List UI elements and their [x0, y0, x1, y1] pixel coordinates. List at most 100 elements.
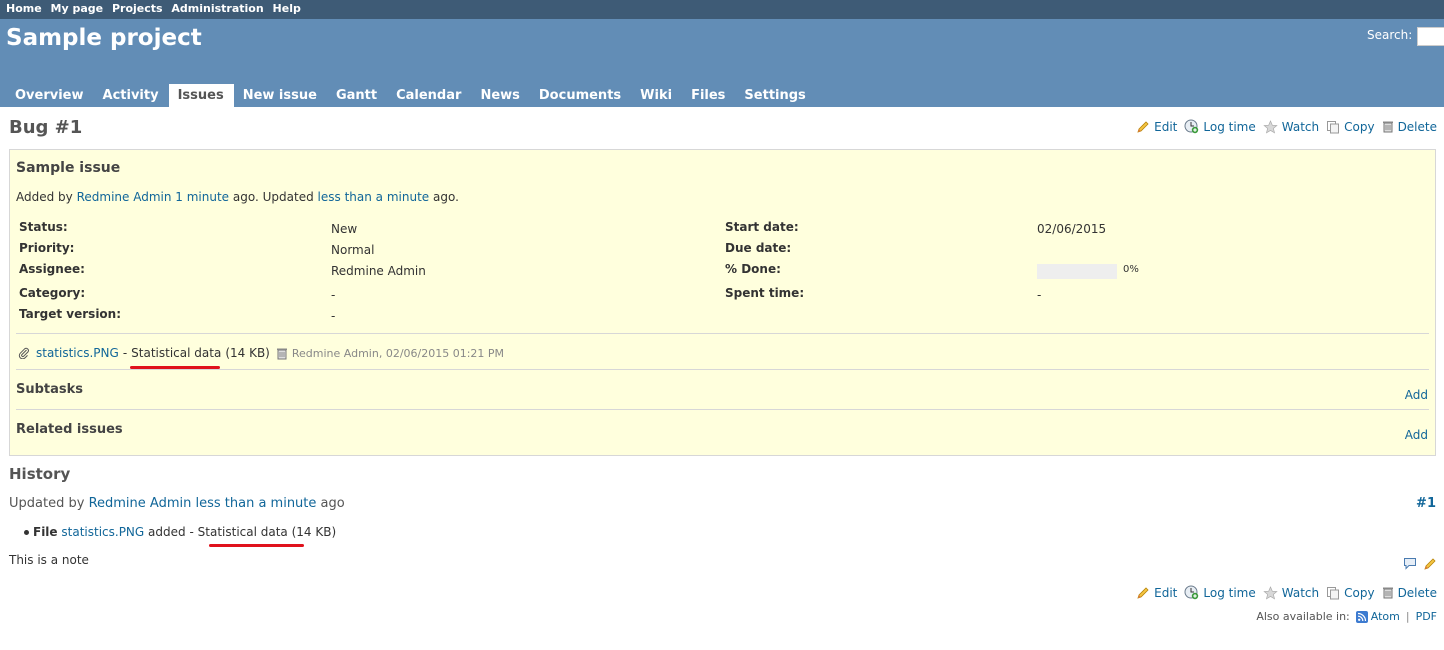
highlight-underline: [209, 544, 304, 547]
copy-icon: [1327, 120, 1340, 133]
tab-issues[interactable]: Issues: [168, 84, 234, 107]
add-subtask-link[interactable]: Add: [1405, 388, 1428, 402]
issue-details: Sample issue Added by Redmine Admin 1 mi…: [9, 149, 1436, 456]
journal-author-link[interactable]: Redmine Admin: [89, 496, 192, 511]
target-version-label: Target version:: [19, 307, 122, 321]
log-time-link[interactable]: Log time: [1203, 586, 1255, 600]
assignee-link[interactable]: Redmine Admin: [331, 264, 426, 278]
tab-documents[interactable]: Documents: [530, 84, 631, 107]
watch-action[interactable]: Watch: [1263, 120, 1319, 134]
content: Bug #1 Edit Log time Watch Copy Delete S…: [0, 107, 1444, 650]
tab-overview[interactable]: Overview: [6, 84, 94, 107]
spent-time-label: Spent time:: [725, 286, 805, 300]
pdf-link[interactable]: PDF: [1416, 610, 1437, 623]
journal-ago: ago: [320, 496, 345, 511]
copy-icon: [1327, 586, 1340, 599]
attachment-dash: -: [122, 346, 128, 360]
tab-activity[interactable]: Activity: [94, 84, 169, 107]
category-label: Category:: [19, 286, 86, 300]
priority-value: Normal: [331, 243, 375, 257]
issue-subject: Sample issue: [16, 160, 121, 176]
priority-label: Priority:: [19, 241, 75, 255]
divider: [16, 409, 1429, 410]
log-time-action[interactable]: Log time: [1184, 119, 1256, 134]
tab-files[interactable]: Files: [682, 84, 735, 107]
add-related-link[interactable]: Add: [1405, 428, 1428, 442]
pencil-icon: [1137, 120, 1149, 133]
tab-wiki[interactable]: Wiki: [631, 84, 682, 107]
atom-link[interactable]: Atom: [1371, 610, 1400, 623]
tab-new-issue[interactable]: New issue: [234, 84, 327, 107]
done-label: % Done:: [725, 262, 781, 276]
status-label: Status:: [19, 220, 68, 234]
main-menu: Overview Activity Issues New issue Gantt…: [6, 84, 816, 107]
copy-link[interactable]: Copy: [1344, 586, 1374, 600]
journal-note: This is a note: [9, 553, 89, 567]
clock-add-icon: [1184, 119, 1199, 134]
pencil-icon: [1137, 586, 1149, 599]
top-menu-administration[interactable]: Administration: [171, 2, 263, 15]
pencil-icon[interactable]: [1423, 557, 1437, 571]
issue-actions-bottom: Edit Log time Watch Copy Delete: [1129, 585, 1437, 600]
quote-icon[interactable]: [1403, 557, 1417, 570]
subtasks-title: Subtasks: [16, 382, 84, 397]
log-time-action[interactable]: Log time: [1184, 585, 1256, 600]
updated-time-link[interactable]: less than a minute: [318, 190, 430, 204]
copy-action[interactable]: Copy: [1326, 120, 1375, 134]
watch-link[interactable]: Watch: [1282, 586, 1319, 600]
top-menu-help[interactable]: Help: [273, 2, 301, 15]
done-progress-bar: [1037, 264, 1117, 279]
format-separator: |: [1405, 610, 1410, 623]
bullet: [24, 530, 29, 535]
detail-added: added: [148, 525, 186, 539]
tab-gantt[interactable]: Gantt: [327, 84, 387, 107]
watch-link[interactable]: Watch: [1282, 120, 1319, 134]
delete-action[interactable]: Delete: [1382, 120, 1437, 134]
copy-link[interactable]: Copy: [1344, 120, 1374, 134]
tab-settings[interactable]: Settings: [735, 84, 815, 107]
edit-link[interactable]: Edit: [1154, 586, 1177, 600]
journal-updated-by: Updated by: [9, 496, 85, 511]
paperclip-icon: [18, 347, 29, 359]
tab-calendar[interactable]: Calendar: [387, 84, 471, 107]
trash-icon: [1382, 587, 1393, 599]
journal-time-link[interactable]: less than a minute: [195, 496, 316, 511]
detail-filename-link[interactable]: statistics.PNG: [61, 525, 144, 539]
edit-action[interactable]: Edit: [1136, 120, 1177, 134]
journal-anchor-link[interactable]: #1: [1416, 496, 1436, 511]
attachment-description: Statistical data: [131, 346, 222, 360]
history-title: History: [9, 465, 71, 483]
author-line: Added by Redmine Admin 1 minute ago. Upd…: [16, 190, 459, 204]
edit-link[interactable]: Edit: [1154, 120, 1177, 134]
top-menu-my-page[interactable]: My page: [51, 2, 104, 15]
attachment-filename-link[interactable]: statistics.PNG: [36, 346, 119, 360]
issue-heading: Bug #1: [9, 117, 83, 138]
created-time-link[interactable]: 1 minute: [175, 190, 229, 204]
status-value: New: [331, 222, 358, 236]
tab-news[interactable]: News: [471, 84, 529, 107]
edit-action[interactable]: Edit: [1136, 586, 1177, 600]
star-icon: [1263, 585, 1278, 600]
delete-link[interactable]: Delete: [1398, 120, 1437, 134]
updated-label: ago. Updated: [232, 190, 314, 204]
watch-action[interactable]: Watch: [1263, 586, 1319, 600]
also-available-label: Also available in:: [1256, 610, 1350, 623]
attachment-size: (14 KB): [225, 346, 270, 360]
spent-time-value: -: [1037, 288, 1042, 302]
copy-action[interactable]: Copy: [1326, 586, 1375, 600]
detail-prefix: File: [33, 525, 58, 539]
top-menu-home[interactable]: Home: [6, 2, 42, 15]
delete-link[interactable]: Delete: [1398, 586, 1437, 600]
star-icon: [1263, 119, 1278, 134]
delete-action[interactable]: Delete: [1382, 586, 1437, 600]
project-title[interactable]: Sample project: [6, 25, 202, 51]
detail-description: Statistical data: [197, 525, 288, 539]
top-menu-projects[interactable]: Projects: [112, 2, 163, 15]
search-input[interactable]: [1417, 27, 1444, 46]
delete-attachment-icon[interactable]: [276, 347, 288, 360]
related-issues-title: Related issues: [16, 422, 123, 437]
attachment-meta: Redmine Admin, 02/06/2015 01:21 PM: [291, 346, 505, 360]
log-time-link[interactable]: Log time: [1203, 120, 1255, 134]
author-link[interactable]: Redmine Admin: [77, 190, 172, 204]
attachment-row: statistics.PNG - Statistical data (14 KB…: [18, 346, 504, 360]
